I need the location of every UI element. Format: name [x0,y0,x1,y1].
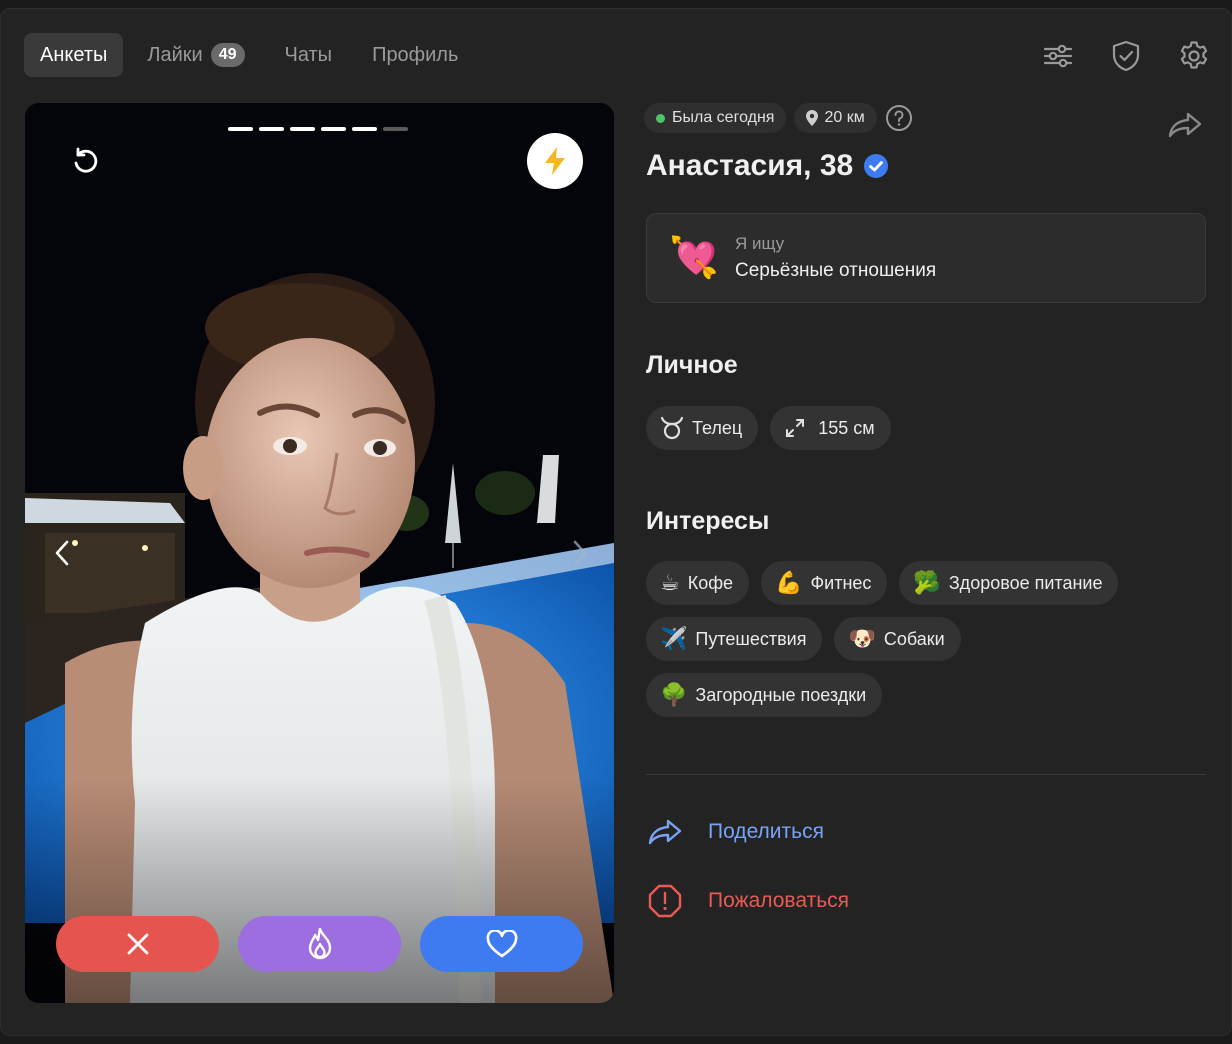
prev-photo-button[interactable] [47,533,77,573]
progress-segment [383,127,408,131]
location-pin-icon [806,110,819,126]
looking-for-value: Серьёзные отношения [735,260,937,281]
progress-segment [290,127,315,131]
verified-icon [864,154,889,178]
interest-chip: 🥦 Здоровое питание [899,561,1119,605]
looking-for-label: Я ищу [735,234,785,253]
online-dot [656,113,665,123]
chevron-left-icon [55,540,69,566]
app-window: Анкеты Лайки 49 Чаты Профиль Была сегодн… [0,8,1232,1036]
zodiac-chip: Телец [646,406,759,450]
online-status: Была сегодня [644,103,787,133]
close-icon [127,933,148,955]
tab-my-profile[interactable]: Профиль [356,33,474,77]
share-icon[interactable] [1165,105,1205,145]
chevron-right-icon [573,540,587,566]
progress-segment [228,127,253,131]
likes-count-badge: 49 [210,43,245,67]
interest-chip: 🐶 Собаки [834,617,961,661]
main-tabs: Анкеты Лайки 49 Чаты Профиль [24,33,482,77]
heart-arrow-icon: 💘 [669,236,719,280]
height-chip: 155 см [770,406,891,450]
like-button[interactable] [420,916,583,972]
flame-icon [308,927,331,960]
report-link[interactable]: Пожаловаться [646,882,849,920]
interest-chip: ✈️ Путешествия [646,617,823,661]
share-link[interactable]: Поделиться [646,813,824,851]
airplane-icon: ✈️ [660,626,688,651]
progress-segment [321,127,346,131]
tab-chats[interactable]: Чаты [269,33,349,77]
status-row: Была сегодня 20 км [644,103,913,133]
profile-header: Анастасия, 38 [646,149,889,183]
profile-photo-card[interactable] [25,103,614,1003]
muscle-icon: 💪 [775,570,803,595]
interest-chip: 💪 Фитнес [761,561,888,605]
broccoli-icon: 🥦 [913,570,941,595]
undo-icon[interactable] [65,141,105,181]
interests-heading: Интересы [646,507,770,535]
personal-chips: Телец 155 см [646,406,1206,450]
dog-icon: 🐶 [848,626,876,651]
lightning-icon [545,147,565,175]
swipe-actions [56,916,583,972]
profile-name: Анастасия, 38 [646,149,854,182]
gear-icon[interactable] [1175,37,1213,75]
tab-likes[interactable]: Лайки 49 [131,33,260,77]
photo-progress [228,127,408,131]
progress-segment [352,127,377,131]
profile-photo [25,103,614,1003]
tree-icon: 🌳 [660,682,688,707]
looking-for-card: 💘 Я ищу Серьёзные отношения [646,213,1206,303]
heart-icon [486,930,517,958]
progress-segment [259,127,284,131]
filters-icon[interactable] [1039,37,1077,75]
superlike-button[interactable] [238,916,401,972]
shield-check-icon[interactable] [1107,37,1145,75]
divider [646,774,1206,775]
next-photo-button[interactable] [565,533,595,573]
share-icon [646,813,684,851]
interest-chip: 🌳 Загородные поездки [646,673,883,717]
taurus-icon [660,416,684,440]
warning-octagon-icon [646,882,684,920]
coffee-icon: ☕ [660,570,680,595]
interest-chip: ☕ Кофе [646,561,750,605]
help-icon[interactable] [885,104,913,132]
tab-profiles[interactable]: Анкеты [24,33,124,77]
height-icon [784,417,806,439]
boost-button[interactable] [527,133,583,189]
interests-chips: ☕ Кофе 💪 Фитнес 🥦 Здоровое питание ✈️ Путеше… [646,561,1206,717]
personal-heading: Личное [646,351,738,379]
dislike-button[interactable] [56,916,219,972]
top-actions [1039,37,1213,75]
distance-badge: 20 км [794,103,877,133]
